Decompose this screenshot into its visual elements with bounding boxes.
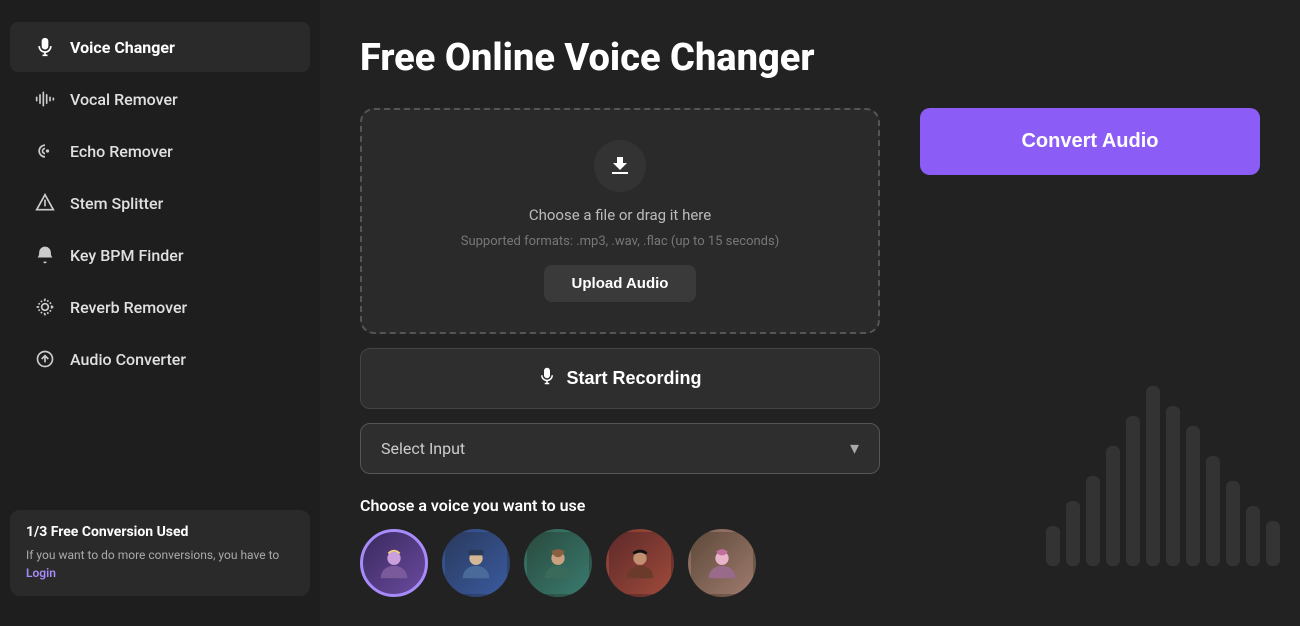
sidebar-item-label-audio-converter: Audio Converter [70,350,186,369]
voice-avatar-1[interactable] [360,529,428,597]
footer-login-link[interactable]: Login [26,566,56,580]
select-input-dropdown[interactable]: Select Input ▾ [360,423,880,474]
waveform-icon [34,88,56,110]
wave-bar [1106,446,1120,566]
mic-record-icon [538,367,556,390]
sidebar-item-echo-remover[interactable]: Echo Remover [10,126,310,176]
footer-text: If you want to do more conversions, you … [26,546,294,582]
upload-area[interactable]: Choose a file or drag it here Supported … [360,108,880,334]
upload-text-main: Choose a file or drag it here [529,206,711,224]
sidebar-item-label-stem-splitter: Stem Splitter [70,194,163,213]
echo-icon [34,140,56,162]
wave-bar [1206,456,1220,566]
upload-icon [594,140,646,192]
reverb-icon [34,296,56,318]
sidebar-item-vocal-remover[interactable]: Vocal Remover [10,74,310,124]
wave-bar [1066,501,1080,566]
sidebar-item-label-vocal-remover: Vocal Remover [70,90,178,109]
page-title: Free Online Voice Changer [360,36,1260,80]
start-recording-label: Start Recording [566,368,701,389]
voice-avatar-3[interactable] [524,529,592,597]
sidebar-item-stem-splitter[interactable]: Stem Splitter [10,178,310,228]
wave-bar [1246,506,1260,566]
wave-bar [1266,521,1280,566]
wave-bar [1186,426,1200,566]
wave-bar [1046,526,1060,566]
start-recording-button[interactable]: Start Recording [360,348,880,409]
upload-audio-button[interactable]: Upload Audio [544,265,697,302]
left-column: Choose a file or drag it here Supported … [360,108,880,597]
upload-text-sub: Supported formats: .mp3, .wav, .flac (up… [461,234,779,249]
footer-conversion-count: 1/3 Free Conversion Used [26,524,294,540]
sidebar-item-label-reverb-remover: Reverb Remover [70,298,187,317]
voice-avatar-2[interactable] [442,529,510,597]
voice-avatar-4[interactable] [606,529,674,597]
sidebar-item-voice-changer[interactable]: Voice Changer [10,22,310,72]
voice-avatars-list [360,529,880,597]
sidebar-nav: Voice Changer Vocal Remover [0,22,320,384]
sidebar-footer: 1/3 Free Conversion Used If you want to … [10,510,310,596]
voice-section-title: Choose a voice you want to use [360,496,880,515]
waveform-decoration [1046,386,1280,566]
sidebar-item-audio-converter[interactable]: Audio Converter [10,334,310,384]
sidebar-item-reverb-remover[interactable]: Reverb Remover [10,282,310,332]
select-input-label: Select Input [381,439,465,458]
sidebar-item-label-echo-remover: Echo Remover [70,142,173,161]
stem-icon [34,192,56,214]
wave-bar [1226,481,1240,566]
wave-bar [1126,416,1140,566]
right-column: Convert Audio [920,108,1260,175]
audio-converter-icon [34,348,56,370]
wave-bar [1166,406,1180,566]
mic-icon [34,36,56,58]
convert-audio-button[interactable]: Convert Audio [920,108,1260,175]
voice-section: Choose a voice you want to use [360,496,880,597]
main-content: Free Online Voice Changer Choose a file … [320,0,1300,626]
sidebar-item-label-key-bpm-finder: Key BPM Finder [70,246,184,265]
sidebar-item-label-voice-changer: Voice Changer [70,38,175,57]
wave-bar [1086,476,1100,566]
wave-bar [1146,386,1160,566]
sidebar: Voice Changer Vocal Remover [0,0,320,626]
sidebar-item-key-bpm-finder[interactable]: Key BPM Finder [10,230,310,280]
bell-icon [34,244,56,266]
chevron-down-icon: ▾ [850,438,859,459]
voice-avatar-5[interactable] [688,529,756,597]
